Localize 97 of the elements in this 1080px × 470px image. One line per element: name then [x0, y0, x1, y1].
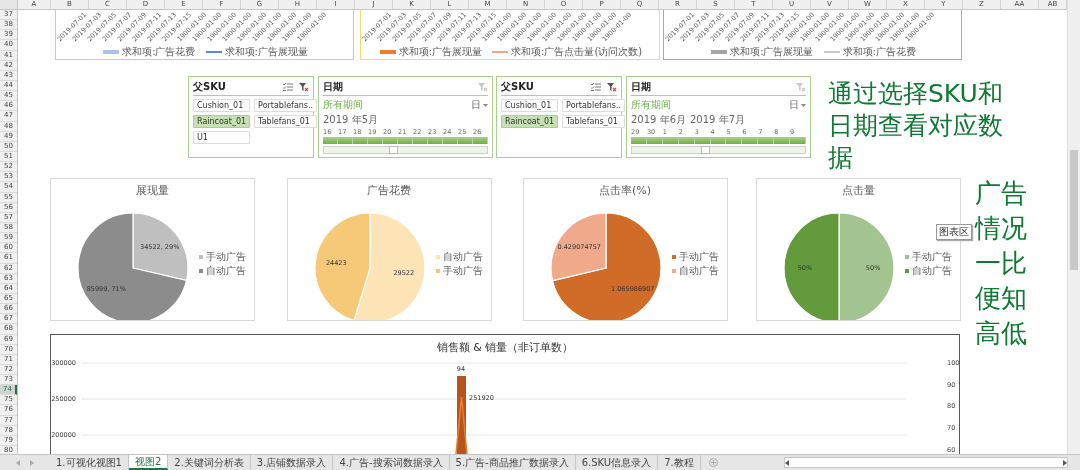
day-segment[interactable] — [678, 137, 695, 144]
timeline-title: 日期 — [323, 80, 343, 94]
annotation-text: 广告情况一比便知高低 — [975, 177, 1028, 350]
legend-label: 自动广告 — [206, 265, 246, 276]
month-label: 2019 年6月 — [631, 113, 686, 127]
sheet-tab[interactable]: 5.广告-商品推广数据录入 — [449, 455, 576, 470]
sheet-tab[interactable]: 7.教程 — [658, 455, 701, 470]
sheet-tab[interactable]: 6.SKU信息录入 — [575, 455, 659, 470]
period-label: 所有期间 — [631, 98, 671, 112]
caret-right-icon[interactable] — [30, 459, 34, 466]
legend-label: 求和项:广告点击量(访问次数) — [511, 45, 643, 59]
legend-label: 手动广告 — [443, 265, 483, 276]
slicer-item[interactable]: U1 — [193, 131, 251, 144]
slicer-title: 父SKU — [501, 80, 534, 94]
slicer-item[interactable]: Portablefans.. — [254, 99, 318, 112]
slicer-item[interactable]: Tablefans_01 — [254, 115, 318, 128]
legend-label: 求和项:广告花费 — [842, 45, 916, 59]
day-segment[interactable] — [774, 137, 791, 144]
day-segment[interactable] — [758, 137, 775, 144]
unit-dropdown[interactable]: 日 — [789, 98, 806, 112]
day-segment[interactable] — [353, 137, 368, 144]
day-segment[interactable] — [413, 137, 428, 144]
sheet-tab[interactable]: 4.广告-搜索词数据录入 — [333, 455, 450, 470]
day-segment[interactable] — [742, 137, 759, 144]
chart-title: 点击率(%) — [599, 184, 651, 197]
plus-circle-icon — [708, 458, 718, 467]
scroll-right-icon[interactable] — [1063, 459, 1067, 466]
timeline-scrollbar[interactable] — [323, 146, 488, 154]
day-segment[interactable] — [323, 137, 338, 144]
chart-title: 广告花费 — [367, 184, 411, 197]
legend-label: 求和项:广告展现量 — [224, 45, 308, 59]
legend-label: 手动广告 — [912, 251, 952, 262]
slicer-item[interactable]: Tablefans_01 — [562, 115, 626, 128]
month-label: 2019 年5月 — [323, 113, 378, 127]
legend-label: 自动广告 — [443, 251, 483, 262]
legend-marker — [436, 269, 440, 273]
sheet-tab[interactable]: 视图2 — [128, 455, 169, 470]
day-segment[interactable] — [646, 137, 663, 144]
day-segment[interactable] — [368, 137, 383, 144]
select-all-corner[interactable] — [0, 0, 18, 9]
slicer-item[interactable]: Cushion_01 — [501, 99, 559, 112]
multi-select-icon[interactable] — [591, 83, 601, 91]
legend-label: 手动广告 — [206, 251, 246, 262]
day-segment[interactable] — [710, 137, 727, 144]
day-segment[interactable] — [398, 137, 413, 144]
legend-label: 求和项:广告展现量 — [730, 45, 814, 59]
clear-filter-icon[interactable] — [299, 82, 309, 92]
legend-label: 自动广告 — [679, 265, 719, 276]
chart-title: 销售额 & 销量（非订单数） — [436, 341, 574, 354]
timeline-scrollbar[interactable] — [631, 146, 806, 154]
multi-select-icon[interactable] — [283, 83, 293, 91]
annotation-text: 通过选择SKU和日期查看对应数据 — [828, 78, 1004, 174]
chart-title: 点击量 — [841, 184, 875, 197]
day-segment[interactable] — [726, 137, 743, 144]
line-series — [453, 396, 470, 454]
legend-label: 求和项:广告花费 — [122, 45, 196, 59]
day-segment[interactable] — [443, 137, 458, 144]
slicer-item[interactable]: Raincoat_01 — [501, 115, 559, 128]
day-segment[interactable] — [790, 137, 806, 144]
day-segment[interactable] — [338, 137, 353, 144]
day-segment[interactable] — [631, 137, 647, 144]
slicer-item[interactable]: Portablefans.. — [562, 99, 626, 112]
day-segment[interactable] — [662, 137, 679, 144]
day-segment[interactable] — [458, 137, 473, 144]
vertical-scrollbar[interactable] — [1067, 0, 1080, 454]
legend-marker — [905, 269, 909, 273]
month-label: 2019 年7月 — [690, 113, 745, 127]
legend-marker — [199, 255, 203, 259]
horizontal-scrollbar[interactable] — [784, 457, 1068, 468]
day-segment[interactable] — [473, 137, 488, 144]
sheet-tab[interactable]: 1.可视化视图1 — [50, 455, 129, 470]
legend-marker — [905, 255, 909, 259]
slicer-item[interactable]: Raincoat_01 — [193, 115, 251, 128]
day-segment[interactable] — [428, 137, 443, 144]
legend-marker — [436, 255, 440, 259]
tooltip: 图表区 — [936, 224, 972, 240]
legend-label: 手动广告 — [679, 251, 719, 262]
caret-icon — [483, 103, 488, 107]
sheet-tab[interactable]: 3.店铺数据录入 — [250, 455, 334, 470]
legend-marker — [672, 255, 676, 259]
caret-left-icon[interactable] — [16, 459, 20, 466]
unit-dropdown[interactable]: 日 — [471, 98, 488, 112]
legend-marker — [199, 269, 203, 273]
period-label: 所有期间 — [323, 98, 363, 112]
timeline-title: 日期 — [631, 80, 651, 94]
clear-filter-icon[interactable] — [607, 82, 617, 92]
scroll-left-icon[interactable] — [785, 459, 789, 466]
slicer-item[interactable]: Cushion_01 — [193, 99, 251, 112]
legend-marker — [672, 269, 676, 273]
day-segment[interactable] — [694, 137, 711, 144]
caret-icon — [801, 103, 806, 107]
slicer-title: 父SKU — [193, 80, 226, 94]
legend-label: 求和项:广告展现量 — [398, 45, 483, 59]
sheet-tab[interactable]: 2.关键词分析表 — [168, 455, 251, 470]
legend-label: 自动广告 — [912, 265, 952, 276]
chart-title: 展现量 — [135, 184, 169, 197]
day-segment[interactable] — [383, 137, 398, 144]
